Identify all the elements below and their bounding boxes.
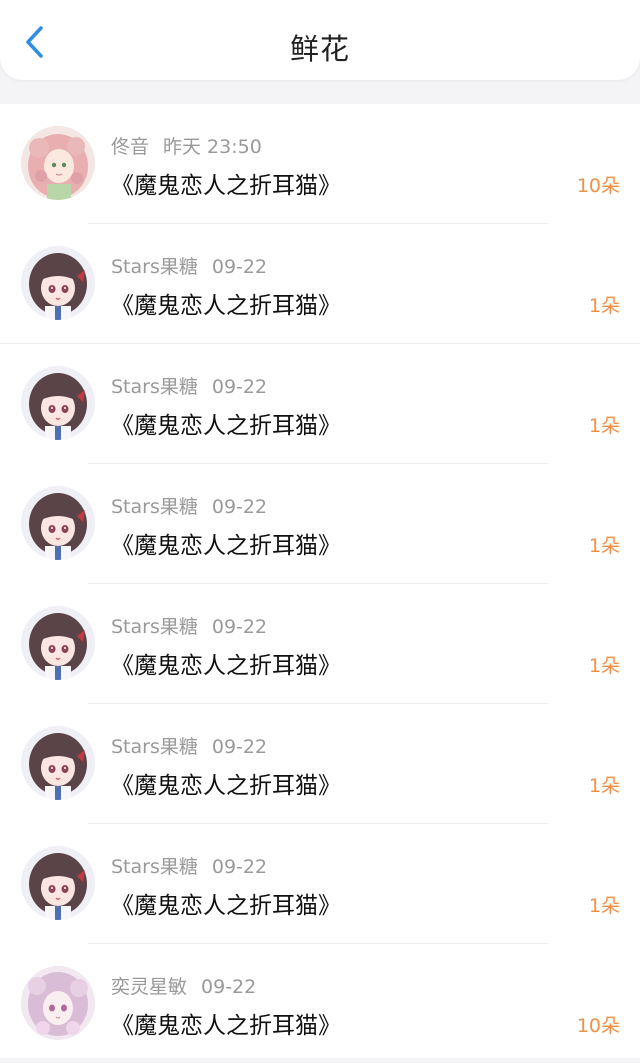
book-title[interactable]: 《魔鬼恋人之折耳猫》: [111, 646, 341, 680]
user-avatar[interactable]: [21, 726, 95, 800]
item-meta: 佟音 昨天 23:50: [111, 132, 262, 159]
username[interactable]: 奕灵星敏: [111, 976, 187, 998]
book-title[interactable]: 《魔鬼恋人之折耳猫》: [111, 886, 341, 920]
book-title[interactable]: 《魔鬼恋人之折耳猫》: [111, 766, 341, 800]
username[interactable]: Stars果糖: [111, 856, 198, 878]
timestamp: 09-22: [211, 616, 268, 638]
timestamp: 09-22: [201, 976, 257, 998]
username[interactable]: Stars果糖: [111, 736, 198, 758]
list-item[interactable]: Stars果糖 09-22 《魔鬼恋人之折耳猫》 1朵: [0, 584, 640, 703]
item-meta: Stars果糖 09-22: [111, 852, 267, 879]
book-title[interactable]: 《魔鬼恋人之折耳猫》: [111, 286, 341, 320]
book-title[interactable]: 《魔鬼恋人之折耳猫》: [111, 166, 341, 200]
user-avatar[interactable]: [21, 126, 95, 200]
flower-count: 1朵: [588, 415, 620, 437]
username[interactable]: Stars果糖: [111, 616, 198, 638]
flower-count: 10朵: [576, 175, 620, 197]
item-meta: Stars果糖 09-22: [111, 372, 267, 399]
lilac-hair-girl-avatar: [21, 966, 95, 1040]
flower-list: 佟音 昨天 23:50 《魔鬼恋人之折耳猫》 10朵 Stars果糖 09-22…: [0, 104, 640, 1058]
brown-hair-girl-avatar: [21, 726, 95, 800]
list-item[interactable]: Stars果糖 09-22 《魔鬼恋人之折耳猫》 1朵: [0, 704, 640, 823]
list-item[interactable]: Stars果糖 09-22 《魔鬼恋人之折耳猫》 1朵: [0, 224, 640, 343]
timestamp: 09-22: [211, 376, 268, 398]
top-bar: 鲜花: [0, 0, 640, 80]
flower-count: 1朵: [588, 775, 620, 797]
username[interactable]: Stars果糖: [111, 376, 198, 398]
book-title[interactable]: 《魔鬼恋人之折耳猫》: [111, 526, 341, 560]
list-item[interactable]: Stars果糖 09-22 《魔鬼恋人之折耳猫》 1朵: [0, 344, 640, 463]
brown-hair-girl-avatar: [21, 486, 95, 560]
user-avatar[interactable]: [21, 486, 95, 560]
book-title[interactable]: 《魔鬼恋人之折耳猫》: [111, 1006, 341, 1040]
list-item[interactable]: Stars果糖 09-22 《魔鬼恋人之折耳猫》 1朵: [0, 824, 640, 943]
user-avatar[interactable]: [21, 966, 95, 1040]
flower-count: 1朵: [588, 535, 620, 557]
item-meta: 奕灵星敏 09-22: [111, 972, 256, 999]
pink-hair-girl-avatar: [21, 126, 95, 200]
user-avatar[interactable]: [21, 246, 95, 320]
item-meta: Stars果糖 09-22: [111, 732, 267, 759]
timestamp: 09-22: [211, 496, 268, 518]
item-meta: Stars果糖 09-22: [111, 612, 267, 639]
timestamp: 09-22: [211, 856, 268, 878]
username[interactable]: Stars果糖: [111, 496, 198, 518]
brown-hair-girl-avatar: [21, 846, 95, 920]
flower-count: 1朵: [588, 895, 620, 917]
timestamp: 09-22: [211, 256, 268, 278]
flower-count: 1朵: [588, 655, 620, 677]
brown-hair-girl-avatar: [21, 246, 95, 320]
item-meta: Stars果糖 09-22: [111, 492, 267, 519]
list-item[interactable]: 佟音 昨天 23:50 《魔鬼恋人之折耳猫》 10朵: [0, 104, 640, 223]
brown-hair-girl-avatar: [21, 606, 95, 680]
book-title[interactable]: 《魔鬼恋人之折耳猫》: [111, 406, 341, 440]
user-avatar[interactable]: [21, 606, 95, 680]
user-avatar[interactable]: [21, 366, 95, 440]
page-title: 鲜花: [289, 32, 350, 66]
username[interactable]: 佟音: [111, 136, 149, 158]
user-avatar[interactable]: [21, 846, 95, 920]
list-item[interactable]: Stars果糖 09-22 《魔鬼恋人之折耳猫》 1朵: [0, 464, 640, 583]
timestamp: 昨天 23:50: [163, 136, 262, 158]
brown-hair-girl-avatar: [21, 366, 95, 440]
flower-count: 1朵: [588, 295, 620, 317]
list-item[interactable]: 奕灵星敏 09-22 《魔鬼恋人之折耳猫》 10朵: [0, 944, 640, 1063]
flower-count: 10朵: [576, 1015, 620, 1037]
item-meta: Stars果糖 09-22: [111, 252, 267, 279]
timestamp: 09-22: [211, 736, 268, 758]
username[interactable]: Stars果糖: [111, 256, 198, 278]
